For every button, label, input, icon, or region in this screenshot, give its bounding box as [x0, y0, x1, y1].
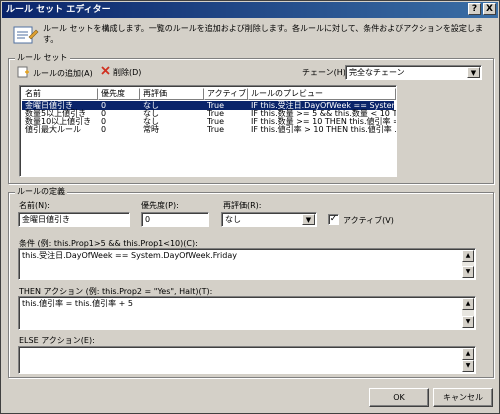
delete-rule-label: 削除(D) [113, 67, 142, 77]
ok-button[interactable]: OK [369, 388, 429, 407]
then-value: this.値引率 = this.値引率 + 5 [22, 299, 133, 308]
editor-description: ルール セットを構成します。一覧のルールを追加および削除します。各ルールに対して… [43, 24, 483, 44]
delete-x-icon [101, 66, 110, 79]
title-bar[interactable]: ルール セット エディター [2, 2, 498, 18]
ruleset-editor-icon [11, 23, 39, 47]
cell-preview: IF this.値引率 > 10 THEN this.値引率 ... [251, 125, 396, 134]
condition-textarea[interactable]: this.受注日.DayOfWeek == System.DayOfWeek.F… [18, 248, 476, 280]
add-rule-button[interactable]: ルールの追加(A) [17, 66, 93, 82]
chaining-label: チェーン(H): [302, 68, 349, 77]
name-label: 名前(N): [19, 201, 50, 210]
active-checkbox[interactable]: ✓ [328, 214, 339, 225]
rule-set-editor-window: ルール セット エディター ? X ルール セットを構成します。一覧のルールを追… [0, 0, 500, 414]
else-textarea[interactable]: ▲ ▼ [18, 346, 476, 374]
reevaluation-label: 再評価(R): [223, 201, 262, 210]
column-header-priority[interactable]: 優先度 [98, 88, 140, 100]
name-value: 金曜日値引き [22, 215, 70, 224]
name-input[interactable]: 金曜日値引き [18, 212, 130, 227]
condition-value: this.受注日.DayOfWeek == System.DayOfWeek.F… [22, 251, 237, 260]
scroll-down-icon[interactable]: ▼ [462, 266, 474, 278]
rules-list[interactable]: 名前 優先度 再評価 アクティブ ルールのプレビュー 金曜日値引き 0 なし True IF t… [19, 85, 397, 177]
column-header-preview[interactable]: ルールのプレビュー [248, 88, 396, 100]
add-rule-icon [17, 66, 30, 82]
reevaluation-select[interactable]: なし ▼ [221, 212, 317, 227]
chaining-value: 完全なチェーン [349, 68, 405, 77]
ruleset-group-label: ルール セット [15, 53, 70, 63]
delete-rule-button[interactable]: 削除(D) [101, 66, 141, 79]
chaining-select[interactable]: 完全なチェーン ▼ [345, 65, 482, 80]
active-label: アクティブ(V) [343, 216, 394, 225]
scroll-up-icon[interactable]: ▲ [462, 348, 474, 360]
priority-label: 優先度(P): [141, 201, 179, 210]
chevron-down-icon[interactable]: ▼ [467, 67, 480, 78]
cancel-button[interactable]: キャンセル [433, 388, 493, 407]
condition-scrollbar[interactable]: ▲ ▼ [462, 250, 474, 278]
column-header-reevaluation[interactable]: 再評価 [140, 88, 204, 100]
chevron-down-icon[interactable]: ▼ [302, 214, 315, 225]
then-textarea[interactable]: this.値引率 = this.値引率 + 5 ▲ ▼ [18, 296, 476, 330]
cell-reevaluation: 常時 [143, 125, 159, 134]
priority-input[interactable]: 0 [141, 212, 209, 227]
reevaluation-value: なし [225, 215, 241, 224]
scroll-up-icon[interactable]: ▲ [462, 298, 474, 310]
checkmark-icon: ✓ [329, 214, 338, 224]
scroll-up-icon[interactable]: ▲ [462, 250, 474, 262]
window-title: ルール セット エディター [6, 5, 111, 15]
scroll-down-icon[interactable]: ▼ [462, 360, 474, 372]
definition-group-label: ルールの定義 [15, 187, 67, 197]
column-header-name[interactable]: 名前 [22, 88, 98, 100]
close-button[interactable]: X [483, 3, 496, 15]
scroll-down-icon[interactable]: ▼ [462, 316, 474, 328]
column-header-active[interactable]: アクティブ [204, 88, 248, 100]
table-row[interactable]: 値引最大ルール 0 常時 True IF this.値引率 > 10 THEN this… [22, 125, 396, 134]
else-label: ELSE アクション(E): [19, 336, 95, 345]
cell-priority: 0 [101, 125, 107, 134]
cell-name: 値引最大ルール [25, 125, 81, 134]
priority-value: 0 [145, 215, 151, 224]
then-scrollbar[interactable]: ▲ ▼ [462, 298, 474, 328]
cell-active: True [207, 125, 224, 134]
help-button[interactable]: ? [468, 3, 481, 15]
add-rule-label: ルールの追加(A) [33, 69, 93, 78]
else-scrollbar[interactable]: ▲ ▼ [462, 348, 474, 372]
